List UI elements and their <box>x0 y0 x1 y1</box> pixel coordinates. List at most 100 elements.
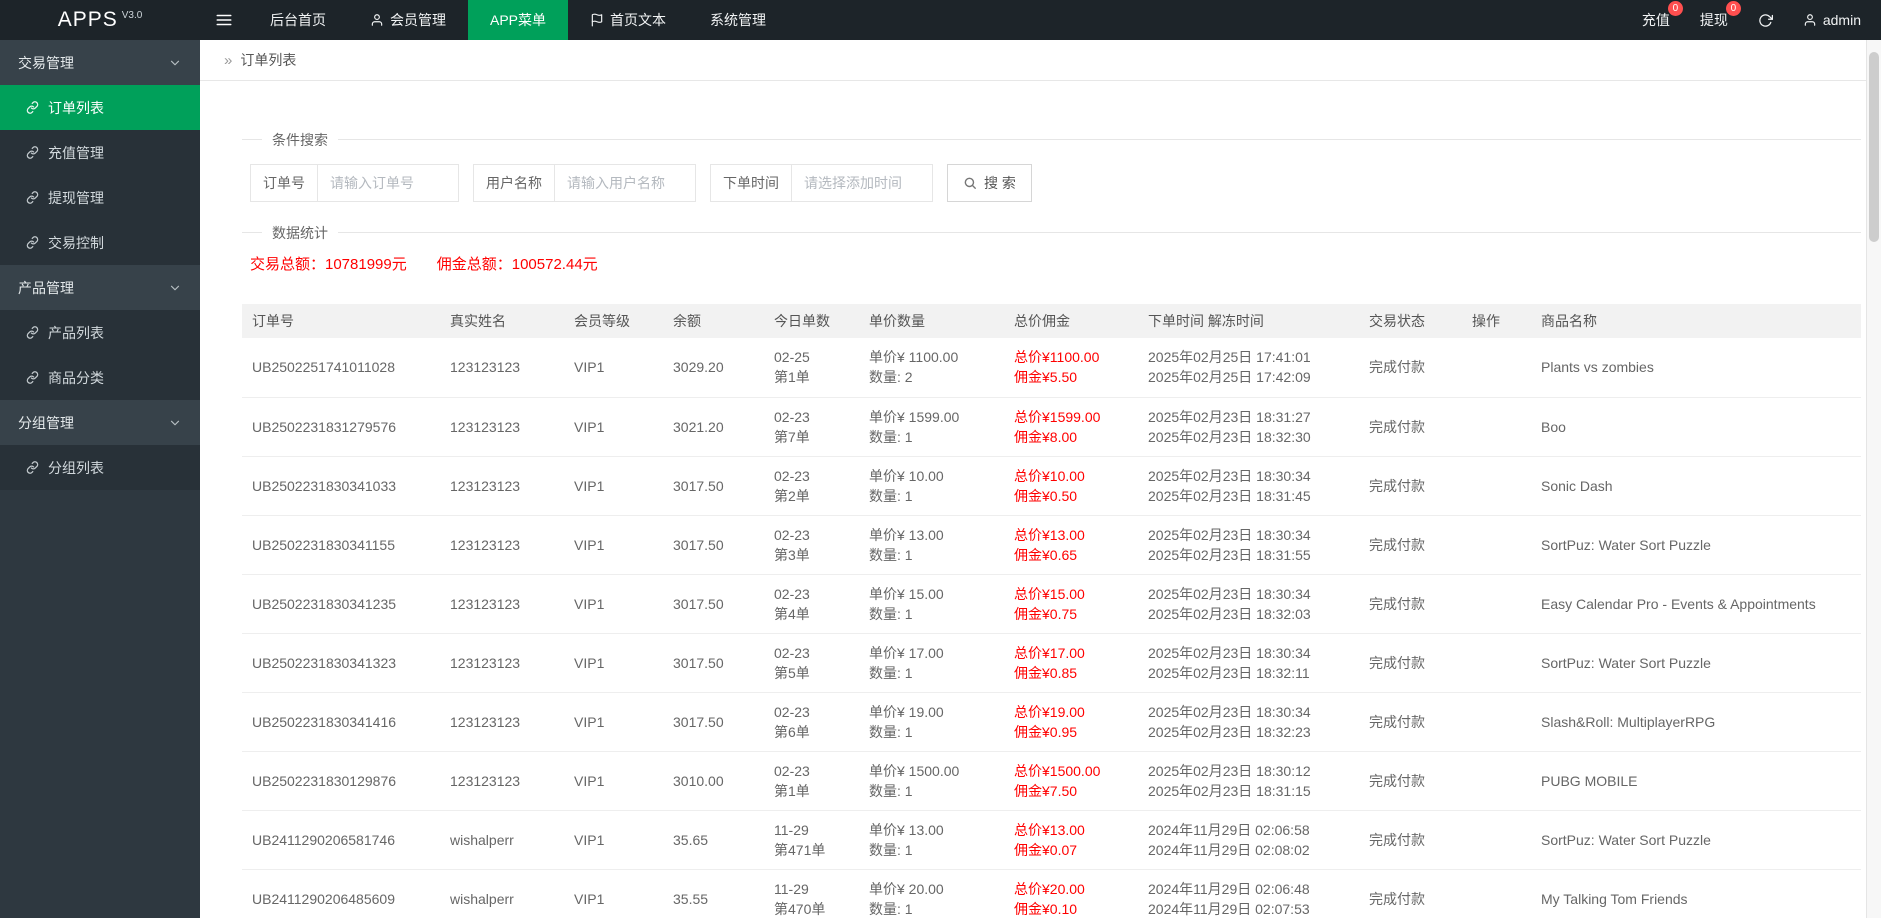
link-icon <box>26 101 39 114</box>
total-commission: 总价¥13.00 佣金¥0.65 <box>1004 515 1138 575</box>
today-orders: 02-23 第5单 <box>764 633 859 693</box>
order-time: 2025年02月25日 17:41:01 <box>1148 349 1311 366</box>
total-price: 总价¥19.00 <box>1014 703 1085 720</box>
withdraw-button[interactable]: 提现 0 <box>1699 1 1741 30</box>
sidebar-item-product-list[interactable]: 产品列表 <box>0 310 200 355</box>
sidebar-item-label: 订单列表 <box>48 99 104 116</box>
total-commission: 总价¥13.00 佣金¥0.07 <box>1004 810 1138 870</box>
hamburger-button[interactable] <box>200 0 248 40</box>
quantity: 数量: 1 <box>869 664 913 681</box>
times: 2025年02月23日 18:30:34 2025年02月23日 18:32:0… <box>1138 574 1359 634</box>
order-time: 2024年11月29日 02:06:58 <box>1148 821 1310 838</box>
order-date: 11-29 <box>774 821 809 838</box>
nav-item-system[interactable]: 系统管理 <box>688 0 788 40</box>
status: 完成付款 <box>1359 397 1462 457</box>
sidebar-item-product-category[interactable]: 商品分类 <box>0 355 200 400</box>
total-price: 总价¥1100.00 <box>1014 349 1100 366</box>
status: 完成付款 <box>1359 869 1462 918</box>
nav-item-dashboard[interactable]: 后台首页 <box>248 0 348 40</box>
sidebar-item-recharge[interactable]: 充值管理 <box>0 130 200 175</box>
order-time-input[interactable] <box>792 165 932 201</box>
order-date: 02-23 <box>774 585 810 602</box>
quantity: 数量: 1 <box>869 487 913 504</box>
sidebar-item-label: 产品列表 <box>48 324 104 341</box>
action-cell <box>1462 633 1531 693</box>
unfreeze-time: 2025年02月23日 18:32:11 <box>1148 664 1310 681</box>
sidebar-group-grouping[interactable]: 分组管理 <box>0 400 200 445</box>
username-input[interactable] <box>555 165 695 201</box>
total-commission: 总价¥1599.00 佣金¥8.00 <box>1004 397 1138 457</box>
trade-total: 交易总额：10781999元 <box>250 256 407 273</box>
nav-item-app-menu[interactable]: APP菜单 <box>468 0 569 40</box>
total-price: 总价¥13.00 <box>1014 526 1085 543</box>
header-price-qty: 单价数量 <box>859 304 1004 338</box>
nav-item-label: 会员管理 <box>390 12 446 28</box>
order-no: UB2502231831279576 <box>242 397 440 457</box>
order-date: 02-23 <box>774 644 810 661</box>
sidebar-item-withdraw[interactable]: 提现管理 <box>0 175 200 220</box>
link-icon <box>26 236 39 249</box>
action-cell <box>1462 338 1531 398</box>
search-fieldset: 条件搜索 <box>242 130 1861 150</box>
order-time: 2025年02月23日 18:31:27 <box>1148 408 1311 425</box>
unit-price: 单价¥ 17.00 <box>869 644 944 661</box>
search-button[interactable]: 搜 索 <box>947 164 1032 202</box>
commission: 佣金¥0.75 <box>1014 605 1078 622</box>
order-time-group: 下单时间 <box>710 164 933 202</box>
unfreeze-time: 2025年02月23日 18:32:23 <box>1148 723 1311 740</box>
sidebar-item-group-list[interactable]: 分组列表 <box>0 445 200 490</box>
unit-price: 单价¥ 19.00 <box>869 703 944 720</box>
real-name: 123123123 <box>440 751 564 811</box>
flag-icon <box>590 13 604 27</box>
admin-menu[interactable]: admin <box>1803 12 1861 28</box>
price-qty: 单价¥ 19.00 数量: 1 <box>859 692 1004 752</box>
table-row: UB2502231830341416 123123123 VIP1 3017.5… <box>242 692 1861 752</box>
unfreeze-time: 2025年02月25日 17:42:09 <box>1148 369 1311 386</box>
balance: 35.65 <box>663 810 764 870</box>
table-row: UB2502231830129876 123123123 VIP1 3010.0… <box>242 751 1861 811</box>
vertical-scrollbar[interactable] <box>1866 40 1881 918</box>
scrollbar-thumb[interactable] <box>1869 52 1879 242</box>
withdraw-label: 提现 <box>1699 12 1728 28</box>
refresh-button[interactable] <box>1758 13 1773 28</box>
refresh-icon <box>1758 13 1773 28</box>
order-date: 02-23 <box>774 526 810 543</box>
order-index: 第5单 <box>774 664 810 681</box>
today-orders: 02-23 第7单 <box>764 397 859 457</box>
price-qty: 单价¥ 1100.00 数量: 2 <box>859 338 1004 398</box>
app-logo[interactable]: APPS V3.0 <box>0 0 200 40</box>
header-real-name: 真实姓名 <box>440 304 564 338</box>
nav-item-home-text[interactable]: 首页文本 <box>568 0 688 40</box>
orders-table: 订单号 真实姓名 会员等级 余额 今日单数 单价数量 总价佣金 下单时间 解冻时… <box>242 304 1861 918</box>
unit-price: 单价¥ 20.00 <box>869 880 944 897</box>
price-qty: 单价¥ 13.00 数量: 1 <box>859 810 1004 870</box>
app-version: V3.0 <box>121 9 143 21</box>
balance: 35.55 <box>663 869 764 918</box>
link-icon <box>26 326 39 339</box>
unfreeze-time: 2025年02月23日 18:31:45 <box>1148 487 1311 504</box>
balance: 3017.50 <box>663 456 764 516</box>
content: 条件搜索 订单号 用户名称 下单时间 <box>200 81 1881 918</box>
sidebar-item-order-list[interactable]: 订单列表 <box>0 85 200 130</box>
sidebar-item-label: 商品分类 <box>48 369 104 386</box>
order-no-input[interactable] <box>318 165 458 201</box>
sidebar-group-trade[interactable]: 交易管理 <box>0 40 200 85</box>
link-icon <box>26 461 39 474</box>
sidebar-group-product[interactable]: 产品管理 <box>0 265 200 310</box>
sidebar-item-label: 充值管理 <box>48 144 104 161</box>
product-name: Slash&Roll: MultiplayerRPG <box>1531 692 1861 752</box>
commission: 佣金¥7.50 <box>1014 782 1078 799</box>
times: 2025年02月23日 18:30:34 2025年02月23日 18:31:5… <box>1138 515 1359 575</box>
recharge-button[interactable]: 充值 0 <box>1642 1 1683 30</box>
nav-item-members[interactable]: 会员管理 <box>348 0 468 40</box>
order-no: UB2411290206485609 <box>242 869 440 918</box>
main-area: » 订单列表 条件搜索 订单号 用户名称 下单时间 <box>200 40 1881 918</box>
vip-level: VIP1 <box>564 692 663 752</box>
order-no: UB2502231830341235 <box>242 574 440 634</box>
sidebar-item-trade-control[interactable]: 交易控制 <box>0 220 200 265</box>
order-time: 2025年02月23日 18:30:34 <box>1148 585 1311 602</box>
quantity: 数量: 1 <box>869 723 913 740</box>
price-qty: 单价¥ 1500.00 数量: 1 <box>859 751 1004 811</box>
app-name: APPS <box>57 8 118 31</box>
chevron-down-icon <box>168 281 182 295</box>
